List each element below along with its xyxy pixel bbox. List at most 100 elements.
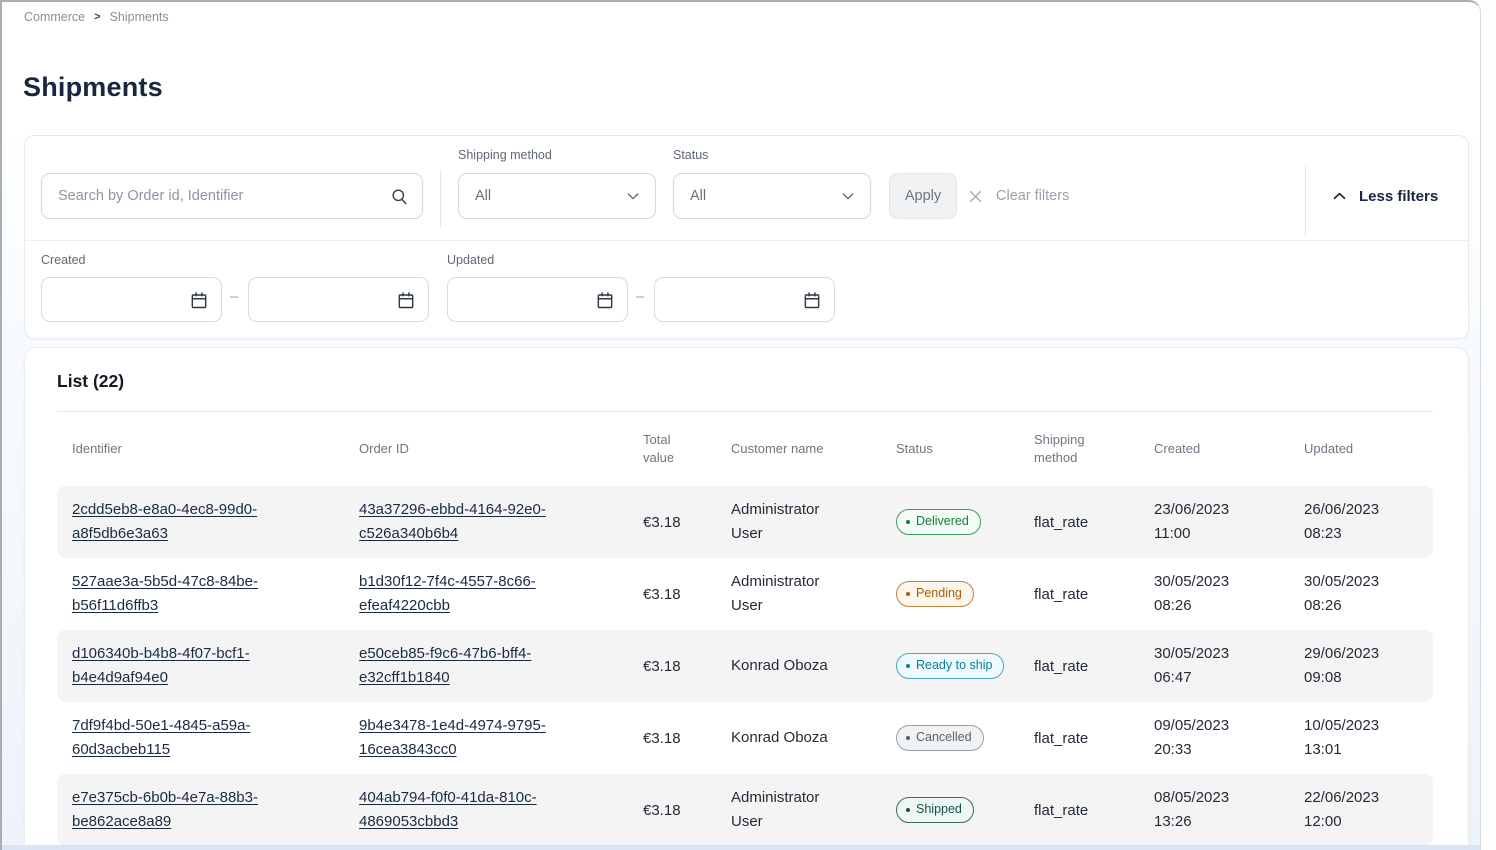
table-row: 2cdd5eb8-e8a0-4ec8-99d0-a8f5db6e3a63 43a… [57,486,1433,558]
filter-divider [440,170,441,228]
updated-at: 30/05/202308:26 [1304,570,1425,618]
search-icon[interactable] [390,187,409,206]
shipping-method: flat_rate [1034,730,1154,747]
updated-from-input[interactable] [460,292,595,308]
total-value: €3.18 [643,730,731,747]
status-select[interactable]: All [673,173,871,219]
header-order-id: Order ID [359,440,643,458]
header-shipping-method: Shipping method [1034,431,1154,467]
header-updated: Updated [1304,440,1425,458]
breadcrumb-separator-icon: > [94,11,100,23]
shipping-method-label: Shipping method [458,148,552,162]
updated-filter-label: Updated [447,253,494,267]
status-filter-label: Status [673,148,708,162]
updated-to-field [654,277,835,322]
chevron-up-icon [1331,188,1348,205]
table-header: Identifier Order ID Total value Customer… [57,412,1433,486]
clear-filters-button[interactable]: Clear filters [967,173,1069,219]
status-badge: Cancelled [896,725,984,751]
created-from-input[interactable] [54,292,189,308]
search-input[interactable] [42,188,390,204]
shipping-method: flat_rate [1034,802,1154,819]
status-badge: Ready to ship [896,653,1004,679]
filter-divider [1305,166,1306,236]
status-dot-icon [906,520,910,524]
customer-name: Konrad Oboza [731,654,896,678]
date-range-dash: – [230,288,238,305]
bottom-edge [2,845,1481,850]
total-value: €3.18 [643,802,731,819]
breadcrumb: Commerce > Shipments [24,10,169,24]
chevron-down-icon [840,188,856,204]
shipping-method-select[interactable]: All [458,173,656,219]
breadcrumb-item-shipments[interactable]: Shipments [110,10,169,24]
created-at: 23/06/202311:00 [1154,498,1304,546]
total-value: €3.18 [643,514,731,531]
updated-at: 22/06/202312:00 [1304,786,1425,834]
customer-name: Administrator User [731,786,896,834]
status-dot-icon [906,736,910,740]
x-icon [967,188,984,205]
identifier-link[interactable]: 527aae3a-5b5d-47c8-84be-b56f11d6ffb3 [72,573,258,614]
created-from-field [41,277,222,322]
status-filter-value: All [690,188,706,204]
total-value: €3.18 [643,658,731,675]
status-badge: Shipped [896,797,974,823]
list-title: List (22) [57,348,1433,392]
calendar-icon[interactable] [189,290,209,310]
filters-panel: Shipping method All Status All Apply [24,135,1469,339]
created-at: 30/05/202306:47 [1154,642,1304,690]
order-id-link[interactable]: 404ab794-f0f0-41da-810c-4869053cbbd3 [359,789,537,830]
status-dot-icon [906,808,910,812]
apply-button[interactable]: Apply [889,173,957,219]
order-id-link[interactable]: e50ceb85-f9c6-47b6-bff4-e32cff1b1840 [359,645,531,686]
shipping-method: flat_rate [1034,514,1154,531]
updated-to-input[interactable] [667,292,802,308]
order-id-link[interactable]: b1d30f12-7f4c-4557-8c66-efeaf4220cbb [359,573,536,614]
table-row: 7df9f4bd-50e1-4845-a59a-60d3acbeb115 9b4… [57,702,1433,774]
shipments-list-panel: List (22) Identifier Order ID Total valu… [24,347,1469,850]
order-id-link[interactable]: 9b4e3478-1e4d-4974-9795-16cea3843cc0 [359,717,546,758]
created-to-field [248,277,429,322]
clear-filters-label: Clear filters [996,188,1069,204]
filter-row-divider [25,240,1468,241]
search-box [41,173,423,219]
header-customer-name: Customer name [731,440,896,458]
created-at: 30/05/202308:26 [1154,570,1304,618]
chevron-down-icon [625,188,641,204]
identifier-link[interactable]: 7df9f4bd-50e1-4845-a59a-60d3acbeb115 [72,717,250,758]
app-window: Commerce > Shipments Shipments Shipping … [0,0,1481,850]
date-range-dash: – [636,288,644,305]
created-at: 08/05/202313:26 [1154,786,1304,834]
header-identifier: Identifier [72,440,359,458]
identifier-link[interactable]: d106340b-b4b8-4f07-bcf1-b4e4d9af94e0 [72,645,250,686]
shipping-method: flat_rate [1034,658,1154,675]
total-value: €3.18 [643,586,731,603]
page-title: Shipments [23,72,163,103]
status-dot-icon [906,664,910,668]
updated-at: 29/06/202309:08 [1304,642,1425,690]
table-row: d106340b-b4b8-4f07-bcf1-b4e4d9af94e0 e50… [57,630,1433,702]
shipping-method: flat_rate [1034,586,1154,603]
calendar-icon[interactable] [595,290,615,310]
created-filter-label: Created [41,253,85,267]
status-dot-icon [906,592,910,596]
less-filters-toggle[interactable]: Less filters [1331,173,1438,219]
calendar-icon[interactable] [802,290,822,310]
header-total-value: Total value [643,431,731,467]
table-row: 527aae3a-5b5d-47c8-84be-b56f11d6ffb3 b1d… [57,558,1433,630]
header-status: Status [896,440,1034,458]
customer-name: Administrator User [731,570,896,618]
shipping-method-value: All [475,188,491,204]
identifier-link[interactable]: 2cdd5eb8-e8a0-4ec8-99d0-a8f5db6e3a63 [72,501,257,542]
created-to-input[interactable] [261,292,396,308]
calendar-icon[interactable] [396,290,416,310]
customer-name: Konrad Oboza [731,726,896,750]
breadcrumb-item-commerce[interactable]: Commerce [24,10,85,24]
less-filters-label: Less filters [1359,188,1438,205]
identifier-link[interactable]: e7e375cb-6b0b-4e7a-88b3-be862ace8a89 [72,789,258,830]
updated-at: 10/05/202313:01 [1304,714,1425,762]
order-id-link[interactable]: 43a37296-ebbd-4164-92e0-c526a340b6b4 [359,501,546,542]
header-created: Created [1154,440,1304,458]
customer-name: Administrator User [731,498,896,546]
